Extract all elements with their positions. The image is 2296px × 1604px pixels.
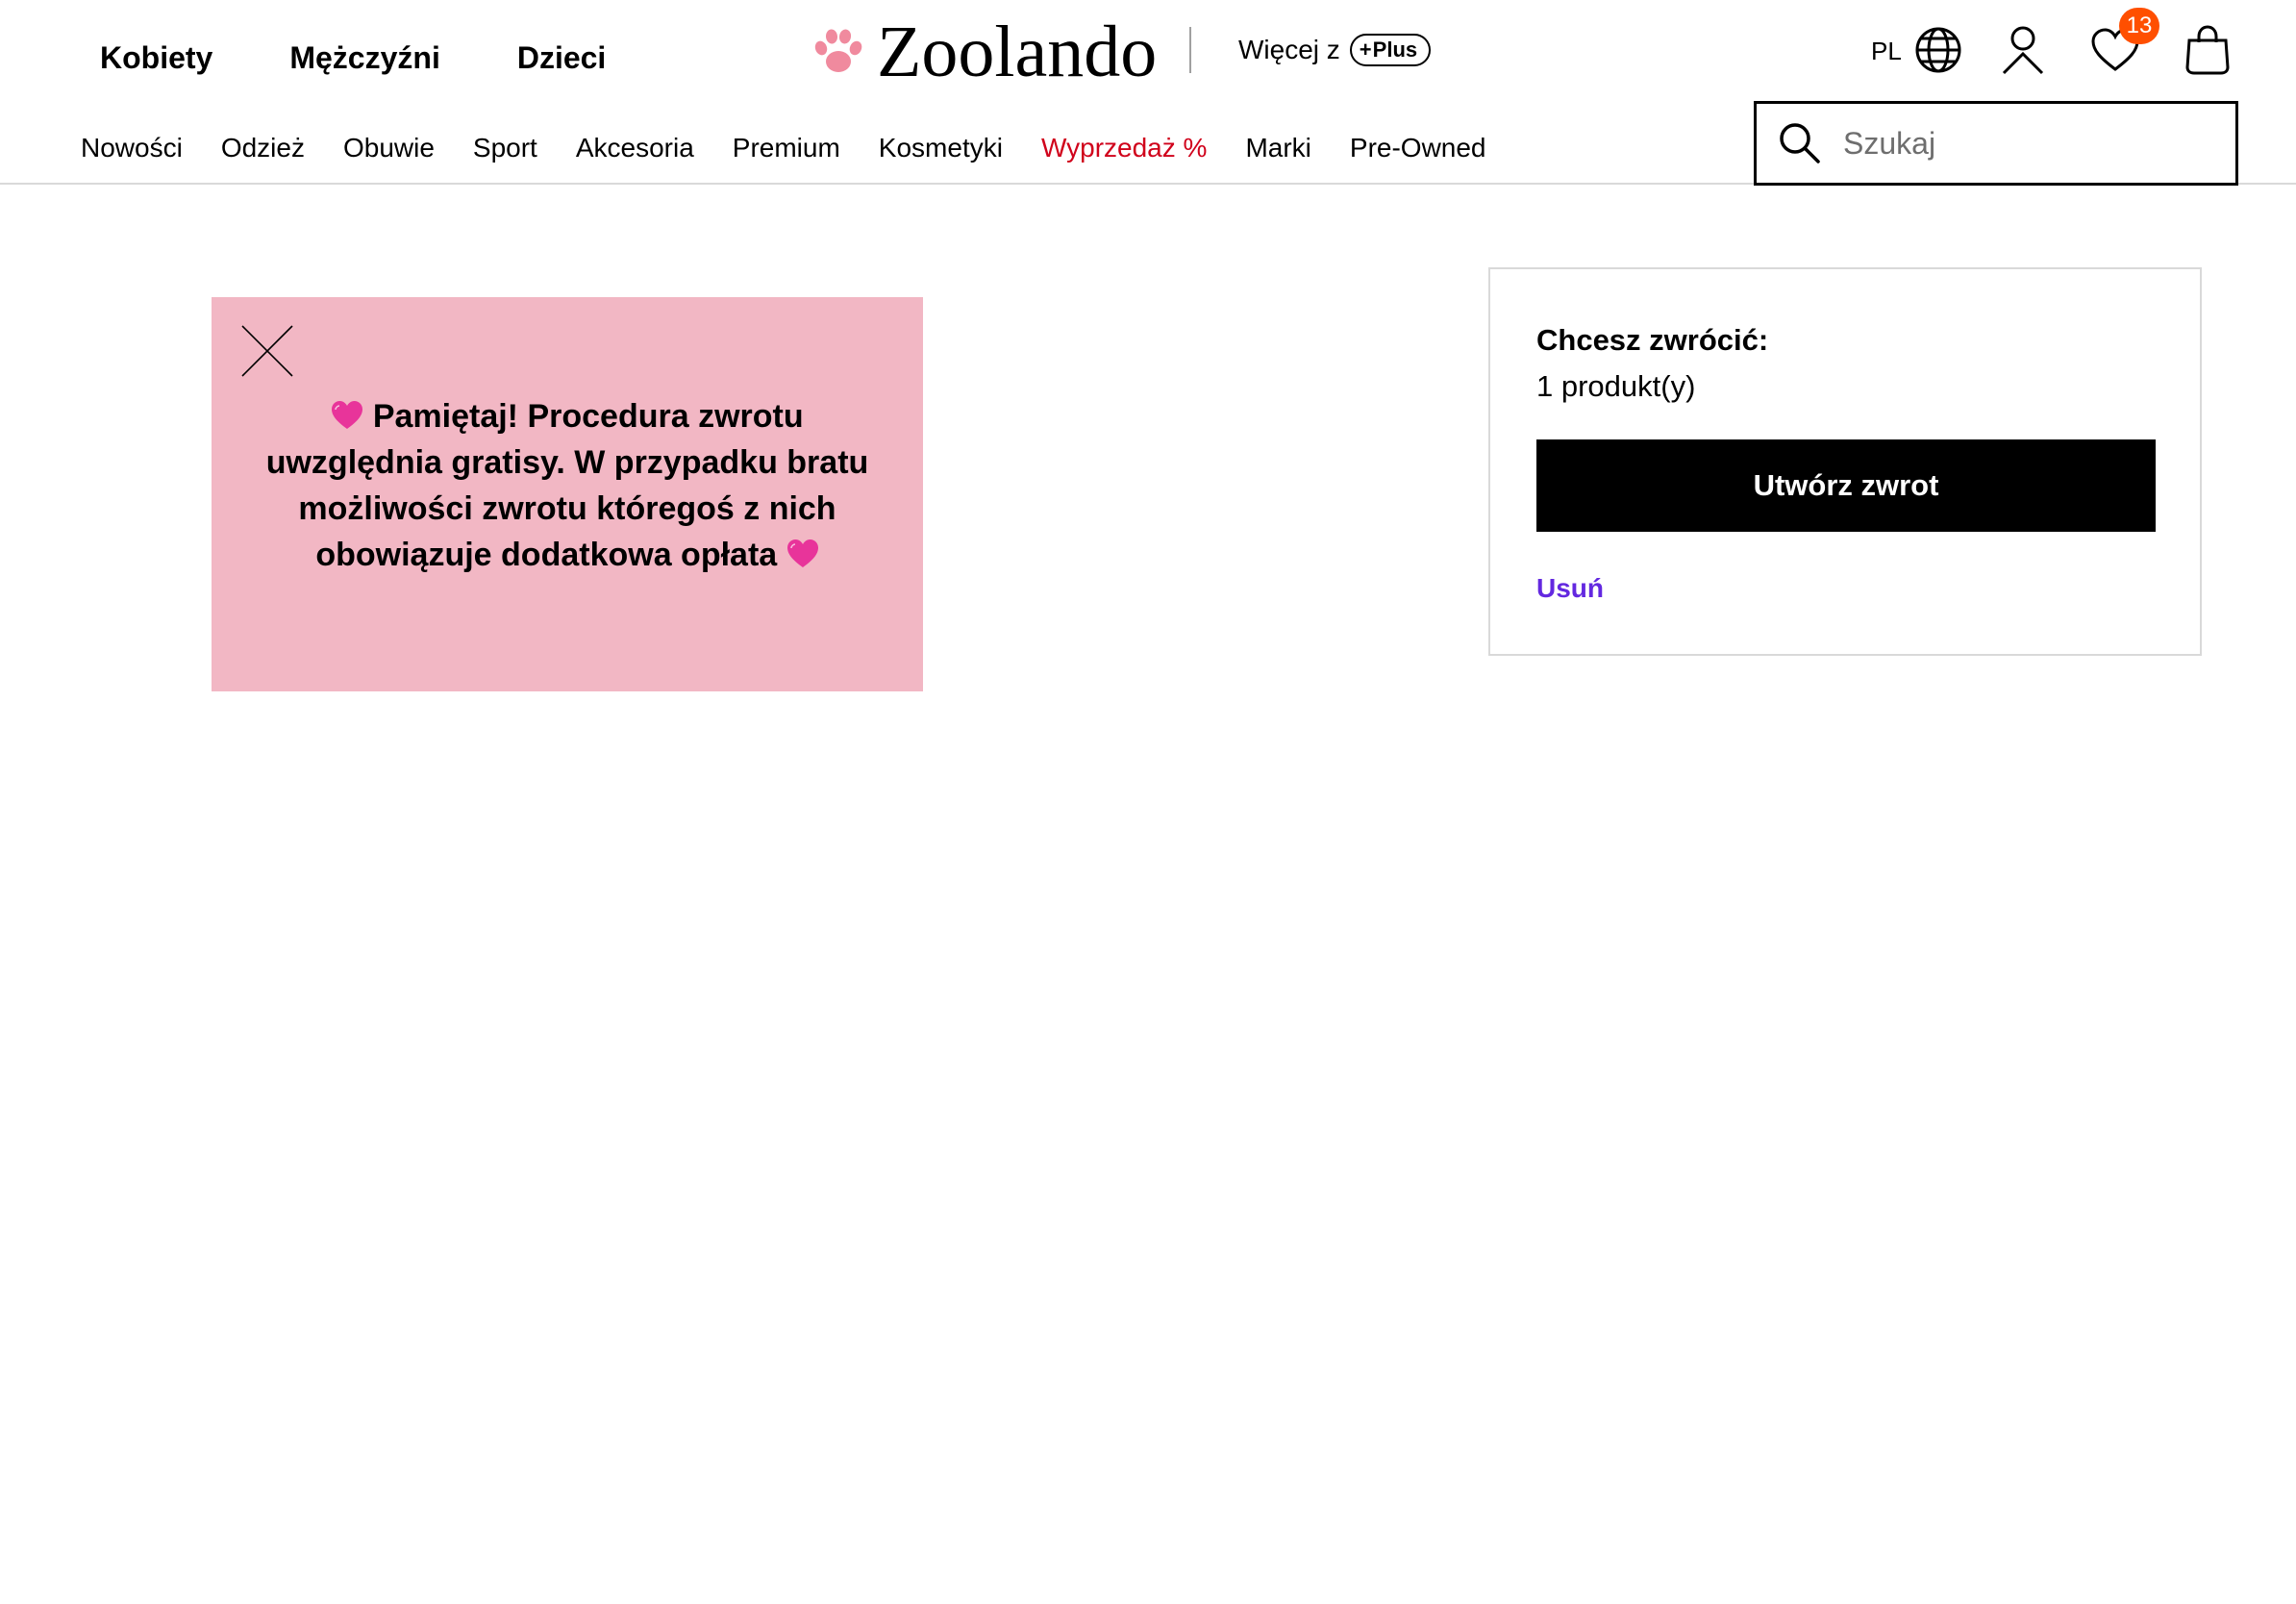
shopping-bag-icon xyxy=(2185,25,2230,75)
search-icon[interactable] xyxy=(1778,121,1822,165)
remove-link[interactable]: Usuń xyxy=(1536,569,1604,608)
promo-banner: Pamiętaj! Procedura zwrotu uwzględnia gr… xyxy=(212,297,923,691)
cart-button[interactable] xyxy=(2181,23,2234,77)
return-item-count: 1 produkt(y) xyxy=(1536,369,1696,403)
language-button[interactable] xyxy=(1911,23,1965,77)
category-nav: Nowości Odzież Obuwie Sport Akcesoria Pr… xyxy=(81,129,1525,167)
category-shoes[interactable]: Obuwie xyxy=(343,129,435,167)
create-return-button[interactable]: Utwórz zwrot xyxy=(1536,439,2156,532)
category-clothing[interactable]: Odzież xyxy=(221,129,305,167)
search-box xyxy=(1754,101,2238,186)
site-header: Kobiety Mężczyźni Dzieci Zoolando Więcej… xyxy=(0,0,2296,186)
paw-icon xyxy=(814,29,862,72)
more-with-plus-link[interactable]: Więcej z + Plus xyxy=(1238,31,1432,69)
category-pre-owned[interactable]: Pre-Owned xyxy=(1350,129,1486,167)
search-input[interactable] xyxy=(1841,124,2207,163)
account-button[interactable] xyxy=(1996,23,2050,77)
return-panel: Chcesz zwrócić: 1 produkt(y) Utwórz zwro… xyxy=(1488,267,2202,656)
return-title: Chcesz zwrócić: xyxy=(1536,323,1769,357)
plus-badge: + Plus xyxy=(1349,34,1432,66)
logo-divider xyxy=(1189,27,1191,73)
category-premium[interactable]: Premium xyxy=(733,129,840,167)
promo-message: Pamiętaj! Procedura zwrotu uwzględnia gr… xyxy=(250,393,885,578)
language-label[interactable]: PL xyxy=(1871,35,1902,67)
plus-label: Plus xyxy=(1372,38,1418,62)
close-icon xyxy=(241,325,293,377)
logo-text: Zoolando xyxy=(877,12,1158,92)
close-banner-button[interactable] xyxy=(238,322,296,380)
nav-women[interactable]: Kobiety xyxy=(100,37,212,79)
user-icon xyxy=(2002,26,2044,75)
category-brands[interactable]: Marki xyxy=(1245,129,1310,167)
wishlist-count-badge: 13 xyxy=(2119,8,2159,44)
heart-icon xyxy=(332,401,363,429)
heart-icon xyxy=(786,539,818,567)
globe-icon xyxy=(1915,27,1961,73)
category-new[interactable]: Nowości xyxy=(81,129,183,167)
site-logo[interactable]: Zoolando xyxy=(810,13,1157,90)
category-accessories[interactable]: Akcesoria xyxy=(576,129,694,167)
target-group-nav: Kobiety Mężczyźni Dzieci xyxy=(100,37,606,79)
nav-men[interactable]: Mężczyźni xyxy=(289,37,439,79)
category-sale[interactable]: Wyprzedaż % xyxy=(1041,129,1207,167)
category-cosmetics[interactable]: Kosmetyki xyxy=(879,129,1003,167)
plus-sign-icon: + xyxy=(1359,38,1372,62)
more-with-label: Więcej z xyxy=(1238,35,1340,64)
category-sport[interactable]: Sport xyxy=(473,129,537,167)
nav-kids[interactable]: Dzieci xyxy=(517,37,606,79)
